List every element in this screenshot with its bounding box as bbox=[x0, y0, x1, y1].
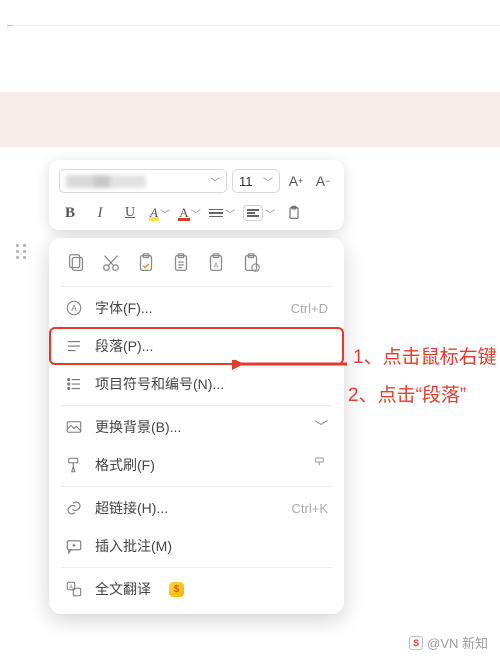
context-menu: A A 字体(F)... Ctrl+D 段落(P)... 项目符号和编号(N).… bbox=[49, 238, 344, 614]
comment-icon bbox=[65, 537, 83, 555]
image-icon bbox=[65, 418, 83, 436]
font-family-select[interactable]: ﹀ bbox=[59, 169, 227, 193]
bold-button[interactable]: B bbox=[59, 202, 81, 224]
chevron-down-icon: ﹀ bbox=[225, 206, 235, 221]
annotation-step-2: 2、点击“段落” bbox=[348, 380, 466, 407]
menu-shortcut: Ctrl+D bbox=[291, 301, 328, 316]
menu-item-comment[interactable]: 插入批注(M) bbox=[49, 527, 344, 565]
menu-label: 超链接(H)... bbox=[95, 498, 168, 518]
mini-toolbar: ﹀ 11 ﹀ A+ A− B I U A ﹀ A ﹀ ﹀ ﹀ bbox=[49, 160, 344, 230]
underline-button[interactable]: U bbox=[119, 202, 141, 224]
separator bbox=[61, 567, 332, 568]
menu-label: 项目符号和编号(N)... bbox=[95, 374, 224, 394]
annotation-step-1: 1、点击鼠标右键 bbox=[353, 342, 497, 369]
separator bbox=[61, 405, 332, 406]
italic-button[interactable]: I bbox=[89, 202, 111, 224]
page-header-band bbox=[0, 92, 500, 147]
format-painter-icon bbox=[65, 456, 83, 474]
highlight-color-button[interactable]: A ﹀ bbox=[149, 202, 171, 224]
menu-item-format-painter[interactable]: 格式刷(F) bbox=[49, 446, 344, 484]
premium-badge-icon: $ bbox=[169, 582, 184, 597]
font-icon: A bbox=[65, 299, 83, 317]
menu-label: 字体(F)... bbox=[95, 298, 153, 318]
svg-text:A: A bbox=[69, 584, 73, 590]
format-painter-tail-icon bbox=[312, 456, 328, 475]
translate-icon: A bbox=[65, 580, 83, 598]
copy-icon[interactable] bbox=[65, 252, 87, 274]
increase-font-button[interactable]: A+ bbox=[285, 170, 307, 192]
clipboard-icon bbox=[286, 205, 302, 221]
font-color-button[interactable]: A ﹀ bbox=[179, 202, 201, 224]
clipboard-button[interactable] bbox=[283, 202, 305, 224]
chevron-down-icon: ﹀ bbox=[263, 174, 273, 189]
chevron-down-icon: ﹀ bbox=[191, 206, 201, 221]
line-spacing-icon bbox=[209, 207, 223, 220]
chevron-down-icon: ﹀ bbox=[314, 417, 328, 437]
chevron-down-icon: ﹀ bbox=[160, 206, 170, 221]
cut-icon[interactable] bbox=[100, 252, 122, 274]
menu-label: 全文翻译 bbox=[95, 579, 151, 599]
menu-label: 段落(P)... bbox=[95, 336, 153, 356]
watermark-logo-icon: S bbox=[409, 636, 423, 650]
font-name-blurred bbox=[66, 175, 146, 188]
menu-label: 更换背景(B)... bbox=[95, 417, 181, 437]
paragraph-icon bbox=[65, 337, 83, 355]
link-icon bbox=[65, 499, 83, 517]
font-size-value: 11 bbox=[239, 174, 253, 189]
chevron-down-icon: ﹀ bbox=[210, 174, 220, 189]
menu-item-background[interactable]: 更换背景(B)... ﹀ bbox=[49, 408, 344, 446]
menu-label: 插入批注(M) bbox=[95, 536, 172, 556]
menu-item-font[interactable]: A 字体(F)... Ctrl+D bbox=[49, 289, 344, 327]
svg-text:A: A bbox=[214, 261, 219, 270]
menu-item-hyperlink[interactable]: 超链接(H)... Ctrl+K bbox=[49, 489, 344, 527]
paste-as-icon[interactable]: A bbox=[205, 252, 227, 274]
paste-text-icon[interactable] bbox=[170, 252, 192, 274]
alignment-button[interactable]: ﹀ bbox=[243, 202, 275, 224]
svg-text:A: A bbox=[71, 304, 77, 313]
watermark: S @VN 新知 bbox=[409, 633, 488, 652]
separator bbox=[61, 286, 332, 287]
menu-item-paragraph[interactable]: 段落(P)... bbox=[49, 327, 344, 365]
line-spacing-button[interactable]: ﹀ bbox=[209, 202, 235, 224]
paste-icon[interactable] bbox=[135, 252, 157, 274]
decrease-font-button[interactable]: A− bbox=[312, 170, 334, 192]
paste-special-icon[interactable] bbox=[240, 252, 262, 274]
menu-label: 格式刷(F) bbox=[95, 455, 155, 475]
menu-item-translate[interactable]: A 全文翻译 $ bbox=[49, 570, 344, 608]
menu-item-bullets[interactable]: 项目符号和编号(N)... bbox=[49, 365, 344, 403]
font-size-select[interactable]: 11 ﹀ bbox=[232, 169, 280, 193]
separator bbox=[61, 486, 332, 487]
chevron-down-icon: ﹀ bbox=[265, 206, 275, 221]
align-icon bbox=[243, 205, 263, 222]
menu-shortcut: Ctrl+K bbox=[292, 501, 328, 516]
list-icon bbox=[65, 375, 83, 393]
drag-handle-icon[interactable] bbox=[16, 244, 27, 259]
watermark-text: @VN 新知 bbox=[427, 633, 488, 652]
